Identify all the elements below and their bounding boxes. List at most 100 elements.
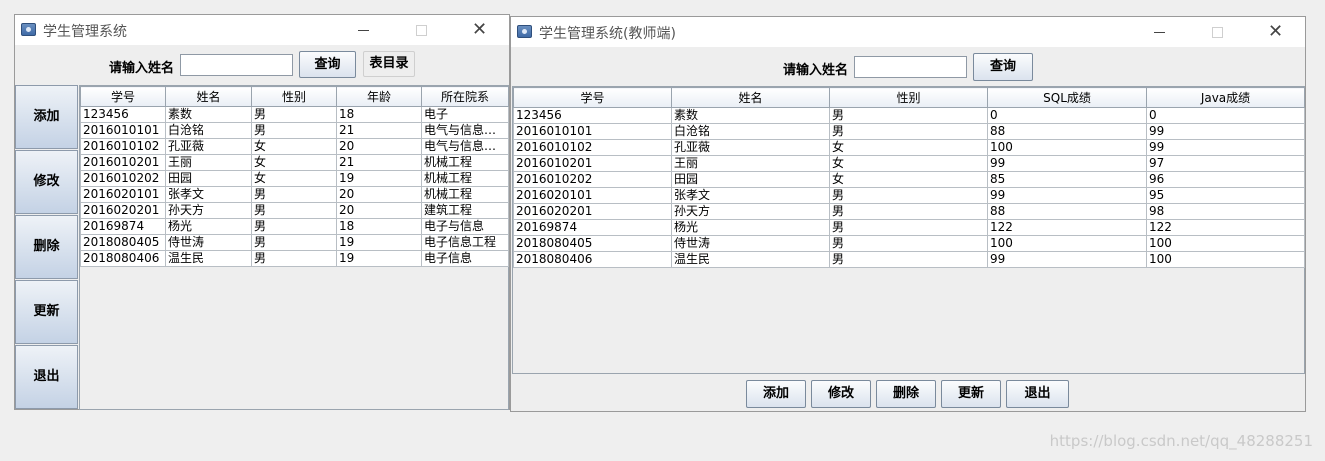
table-cell[interactable]: 88 — [987, 203, 1147, 220]
edit-button[interactable]: 修改 — [15, 150, 78, 214]
table-cell[interactable]: 素数 — [671, 107, 830, 124]
table-cell[interactable]: 2016020201 — [513, 203, 672, 220]
table-cell[interactable]: 85 — [987, 171, 1147, 188]
column-header[interactable]: 学号 — [80, 86, 166, 107]
table-cell[interactable]: 20169874 — [513, 219, 672, 236]
table-row[interactable]: 2016020101 张孝文男 20 机械工程 — [80, 186, 509, 203]
close-icon[interactable]: ✕ — [457, 15, 502, 45]
table-row[interactable]: 2016010202 田园女 19 机械工程 — [80, 170, 509, 187]
table-cell[interactable]: 电子信息工程 — [421, 234, 509, 251]
table-cell[interactable]: 2016010102 — [80, 138, 166, 155]
table-cell[interactable]: 女 — [251, 138, 337, 155]
table-row[interactable]: 2016010101 白沧铭男 88 99 — [513, 123, 1305, 140]
table-cell[interactable]: 2018080405 — [513, 235, 672, 252]
table-row[interactable]: 2018080406 温生民男 19 电子信息 — [80, 250, 509, 267]
edit-button[interactable]: 修改 — [811, 380, 871, 408]
table-row[interactable]: 2018080405 侍世涛男 19 电子信息工程 — [80, 234, 509, 251]
table-row[interactable]: 123456 素数男 18 电子 — [80, 106, 509, 123]
table-row[interactable]: 2018080405 侍世涛男 100 100 — [513, 235, 1305, 252]
student-table[interactable]: 学号 姓名 性别 年龄 所在院系 123456 素数男 18 电子 2016010101… — [80, 86, 509, 267]
close-icon[interactable]: ✕ — [1253, 17, 1298, 47]
table-cell[interactable]: 20 — [336, 138, 422, 155]
table-cell[interactable]: 电子信息 — [421, 250, 509, 267]
table-cell[interactable]: 杨光 — [165, 218, 252, 235]
table-cell[interactable]: 杨光 — [671, 219, 830, 236]
column-header[interactable]: SQL成绩 — [987, 87, 1147, 108]
table-cell[interactable]: 女 — [829, 171, 988, 188]
table-cell[interactable]: 王丽 — [671, 155, 830, 172]
table-cell[interactable]: 20 — [336, 202, 422, 219]
table-cell[interactable]: 2016010202 — [513, 171, 672, 188]
table-cell[interactable]: 田园 — [671, 171, 830, 188]
maximize-icon[interactable] — [1195, 17, 1240, 47]
table-row[interactable]: 2016010102 孔亚薇女 100 99 — [513, 139, 1305, 156]
table-cell[interactable]: 机械工程 — [421, 170, 509, 187]
table-cell[interactable]: 2016010101 — [513, 123, 672, 140]
table-row[interactable]: 2018080406 温生民男 99 100 — [513, 251, 1305, 268]
table-cell[interactable]: 99 — [987, 187, 1147, 204]
score-table[interactable]: 学号 姓名 性别 SQL成绩 Java成绩 123456 素数男 0 0 2016010… — [513, 87, 1305, 268]
table-cell[interactable]: 男 — [251, 186, 337, 203]
table-cell[interactable]: 侍世涛 — [165, 234, 252, 251]
table-cell[interactable]: 21 — [336, 154, 422, 171]
table-cell[interactable]: 孔亚薇 — [165, 138, 252, 155]
table-cell[interactable]: 88 — [987, 123, 1147, 140]
table-cell[interactable]: 建筑工程 — [421, 202, 509, 219]
refresh-button[interactable]: 更新 — [941, 380, 1001, 408]
table-cell[interactable]: 99 — [987, 251, 1147, 268]
table-cell[interactable]: 95 — [1146, 187, 1305, 204]
table-cell[interactable]: 张孝文 — [165, 186, 252, 203]
table-row[interactable]: 2016010101 白沧铭男 21 电气与信息工... — [80, 122, 509, 139]
table-cell[interactable]: 19 — [336, 234, 422, 251]
table-cell[interactable]: 123456 — [513, 107, 672, 124]
table-cell[interactable]: 白沧铭 — [165, 122, 252, 139]
column-header[interactable]: 年龄 — [336, 86, 422, 107]
table-row[interactable]: 20169874 杨光男 18 电子与信息 — [80, 218, 509, 235]
table-row[interactable]: 2016020201 孙天方男 20 建筑工程 — [80, 202, 509, 219]
table-cell[interactable]: 孙天方 — [165, 202, 252, 219]
table-cell[interactable]: 电子 — [421, 106, 509, 123]
table-cell[interactable]: 孔亚薇 — [671, 139, 830, 156]
search-input[interactable] — [854, 56, 967, 78]
table-cell[interactable]: 100 — [1146, 251, 1305, 268]
table-cell[interactable]: 侍世涛 — [671, 235, 830, 252]
table-cell[interactable]: 100 — [1146, 235, 1305, 252]
table-cell[interactable]: 2018080406 — [80, 250, 166, 267]
table-cell[interactable]: 2016020101 — [80, 186, 166, 203]
table-cell[interactable]: 男 — [829, 107, 988, 124]
table-cell[interactable]: 温生民 — [165, 250, 252, 267]
table-cell[interactable]: 孙天方 — [671, 203, 830, 220]
maximize-icon[interactable] — [399, 15, 444, 45]
column-header[interactable]: 姓名 — [165, 86, 252, 107]
table-cell[interactable]: 99 — [1146, 123, 1305, 140]
table-cell[interactable]: 男 — [251, 122, 337, 139]
table-row[interactable]: 2016010202 田园女 85 96 — [513, 171, 1305, 188]
student-table-area[interactable]: 学号 姓名 性别 年龄 所在院系 123456 素数男 18 电子 2016010101… — [79, 85, 509, 410]
table-cell[interactable]: 2016010201 — [513, 155, 672, 172]
column-header[interactable]: 性别 — [251, 86, 337, 107]
table-cell[interactable]: 2016010202 — [80, 170, 166, 187]
table-row[interactable]: 2016010102 孔亚薇女 20 电气与信息工... — [80, 138, 509, 155]
add-button[interactable]: 添加 — [746, 380, 806, 408]
table-cell[interactable]: 0 — [1146, 107, 1305, 124]
score-table-area[interactable]: 学号 姓名 性别 SQL成绩 Java成绩 123456 素数男 0 0 2016010… — [512, 86, 1305, 374]
table-cell[interactable]: 白沧铭 — [671, 123, 830, 140]
table-cell[interactable]: 男 — [829, 187, 988, 204]
table-cell[interactable]: 男 — [251, 250, 337, 267]
search-input[interactable] — [180, 54, 293, 76]
column-header[interactable]: Java成绩 — [1146, 87, 1305, 108]
query-button[interactable]: 查询 — [973, 53, 1033, 81]
table-cell[interactable]: 张孝文 — [671, 187, 830, 204]
delete-button[interactable]: 删除 — [15, 215, 78, 279]
table-row[interactable]: 2016020101 张孝文男 99 95 — [513, 187, 1305, 204]
table-cell[interactable]: 温生民 — [671, 251, 830, 268]
table-cell[interactable]: 2016020201 — [80, 202, 166, 219]
delete-button[interactable]: 删除 — [876, 380, 936, 408]
table-cell[interactable]: 2018080406 — [513, 251, 672, 268]
column-header[interactable]: 性别 — [829, 87, 988, 108]
minimize-icon[interactable] — [341, 15, 386, 45]
minimize-icon[interactable] — [1137, 17, 1182, 47]
table-cell[interactable]: 19 — [336, 250, 422, 267]
table-cell[interactable]: 电气与信息工... — [421, 122, 509, 139]
refresh-button[interactable]: 更新 — [15, 280, 78, 344]
